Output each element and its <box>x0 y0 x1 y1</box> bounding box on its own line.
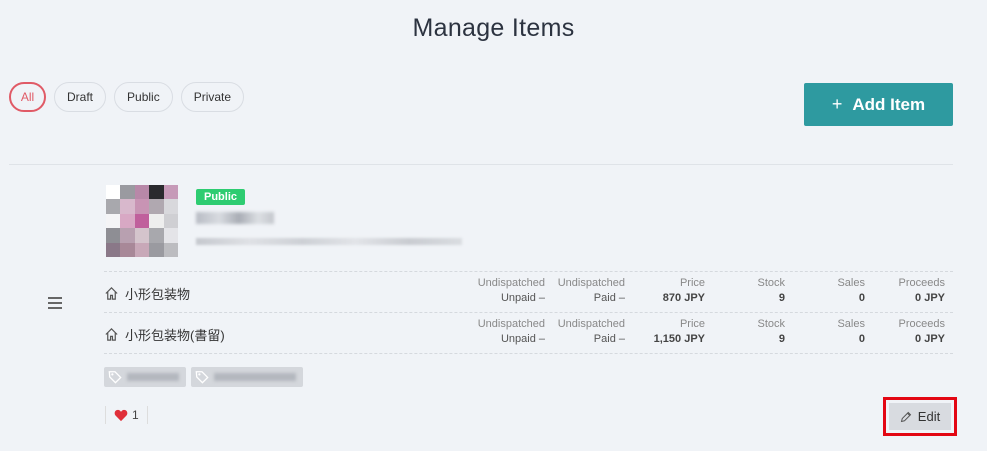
filter-private[interactable]: Private <box>180 82 245 112</box>
add-item-label: Add Item <box>852 94 926 114</box>
add-item-button[interactable]: + Add Item <box>804 83 953 126</box>
paid-value: Paid – <box>593 292 625 304</box>
undispatched-label: Undispatched <box>557 277 625 289</box>
status-badge: Public <box>196 189 246 205</box>
likes-counter: 1 <box>105 406 148 424</box>
proceeds-value: 0 JPY <box>915 292 945 304</box>
home-icon <box>105 328 118 341</box>
unpaid-value: Unpaid – <box>500 292 545 304</box>
tag-text-redacted <box>214 373 296 381</box>
proceeds-value: 0 JPY <box>915 333 945 345</box>
stock-value: 9 <box>778 333 785 345</box>
hamburger-icon[interactable] <box>48 297 62 312</box>
item-url-redacted <box>196 238 462 245</box>
tag-icon <box>108 371 122 384</box>
filter-draft[interactable]: Draft <box>54 82 107 112</box>
undispatched-label: Undispatched <box>477 318 545 330</box>
filter-public[interactable]: Public <box>114 82 173 112</box>
likes-count: 1 <box>132 408 139 422</box>
sales-value: 0 <box>858 292 865 304</box>
stock-value: 9 <box>778 292 785 304</box>
sales-label: Sales <box>837 318 865 330</box>
sales-value: 0 <box>858 333 865 345</box>
proceeds-label: Proceeds <box>898 277 945 289</box>
proceeds-label: Proceeds <box>898 318 945 330</box>
tag-icon <box>195 371 209 384</box>
price-label: Price <box>679 277 705 289</box>
status-filters: All Draft Public Private <box>9 82 245 112</box>
tag-text-redacted <box>127 373 179 381</box>
item-name-redacted <box>196 212 274 224</box>
tag-chip[interactable] <box>191 367 303 387</box>
undispatched-label: Undispatched <box>557 318 625 330</box>
variant-name: 小形包装物(書留) <box>125 328 225 343</box>
stock-label: Stock <box>757 277 785 289</box>
page-title: Manage Items <box>412 14 575 42</box>
price-value: 1,150 JPY <box>653 333 705 345</box>
plus-icon: + <box>831 94 843 114</box>
price-value: 870 JPY <box>662 292 705 304</box>
variant-name: 小形包装物 <box>125 287 191 302</box>
heart-icon <box>114 409 128 421</box>
unpaid-value: Unpaid – <box>500 333 545 345</box>
variant-row: 小形包装物(書留) Undispatched Unpaid – Undispat… <box>104 312 953 354</box>
home-icon <box>105 287 118 300</box>
paid-value: Paid – <box>593 333 625 345</box>
tag-chip[interactable] <box>104 367 186 387</box>
item-thumbnail[interactable] <box>106 185 178 257</box>
stock-label: Stock <box>757 318 785 330</box>
sales-label: Sales <box>837 277 865 289</box>
divider <box>9 164 953 165</box>
filter-all[interactable]: All <box>9 82 46 112</box>
undispatched-label: Undispatched <box>477 277 545 289</box>
edit-label: Edit <box>917 409 941 424</box>
price-label: Price <box>679 318 705 330</box>
edit-button[interactable]: Edit <box>889 403 951 430</box>
pencil-icon <box>900 411 911 422</box>
variant-row: 小形包装物 Undispatched Unpaid – Undispatched… <box>104 271 953 312</box>
